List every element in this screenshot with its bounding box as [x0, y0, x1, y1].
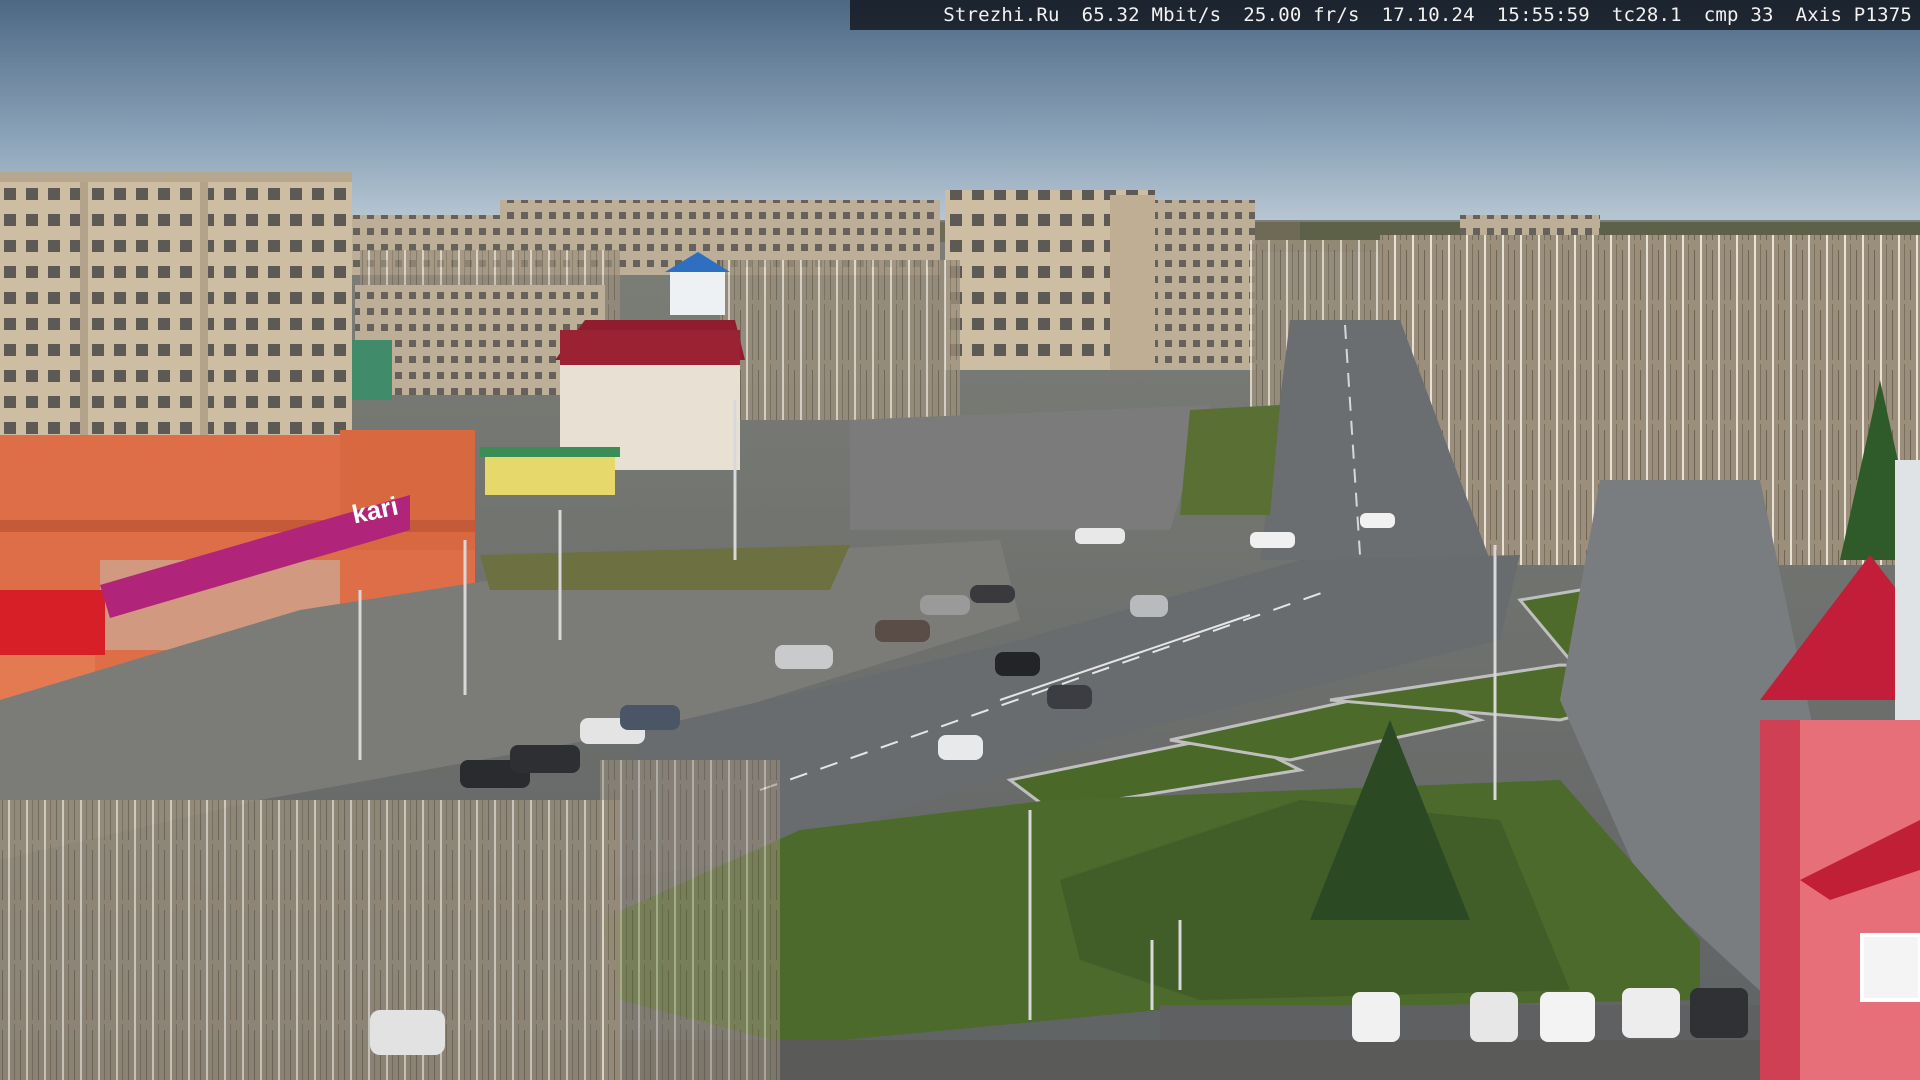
overlay-camera-model: Axis P1375 [1795, 4, 1912, 26]
parked-car [620, 705, 680, 730]
central-square [850, 405, 1210, 530]
parked-car [970, 585, 1015, 603]
road-car [1047, 685, 1092, 709]
parked-car [875, 620, 930, 642]
road-car [1250, 532, 1295, 548]
overlay-date: 17.10.24 [1381, 4, 1475, 26]
overlay-site: Strezhi.Ru [943, 4, 1060, 26]
road-car [1075, 528, 1125, 544]
blue-roof-tower [670, 270, 725, 315]
parked-car [920, 595, 970, 615]
bottom-car [1352, 992, 1400, 1042]
road-car [938, 735, 983, 760]
overlay-framerate: 25.00 fr/s [1243, 4, 1360, 26]
bottom-car [1540, 992, 1595, 1042]
overlay-time: 15:55:59 [1496, 4, 1590, 26]
kiosk [485, 455, 615, 495]
webcam-scene: kari Strezhi.Ru 65.32 Mbit/s 25.00 fr/s … [0, 0, 1920, 1080]
town-square-view [0, 0, 1920, 1080]
red-awning [0, 590, 105, 655]
road-car [1360, 513, 1395, 528]
central-lawn [1180, 405, 1280, 515]
bottom-car [1622, 988, 1680, 1038]
parked-car [775, 645, 833, 669]
camera-info-overlay: Strezhi.Ru 65.32 Mbit/s 25.00 fr/s 17.10… [850, 0, 1920, 30]
foreground-trees-left [0, 800, 620, 1080]
overlay-bitrate: 65.32 Mbit/s [1081, 4, 1222, 26]
bottom-car [1690, 988, 1748, 1038]
bottom-car [1470, 992, 1518, 1042]
overlay-cmp: cmp 33 [1703, 4, 1774, 26]
road-car [995, 652, 1040, 676]
overlay-tc: tc28.1 [1611, 4, 1682, 26]
road-car [1130, 595, 1168, 617]
parked-car [510, 745, 580, 773]
bottom-car [370, 1010, 445, 1055]
